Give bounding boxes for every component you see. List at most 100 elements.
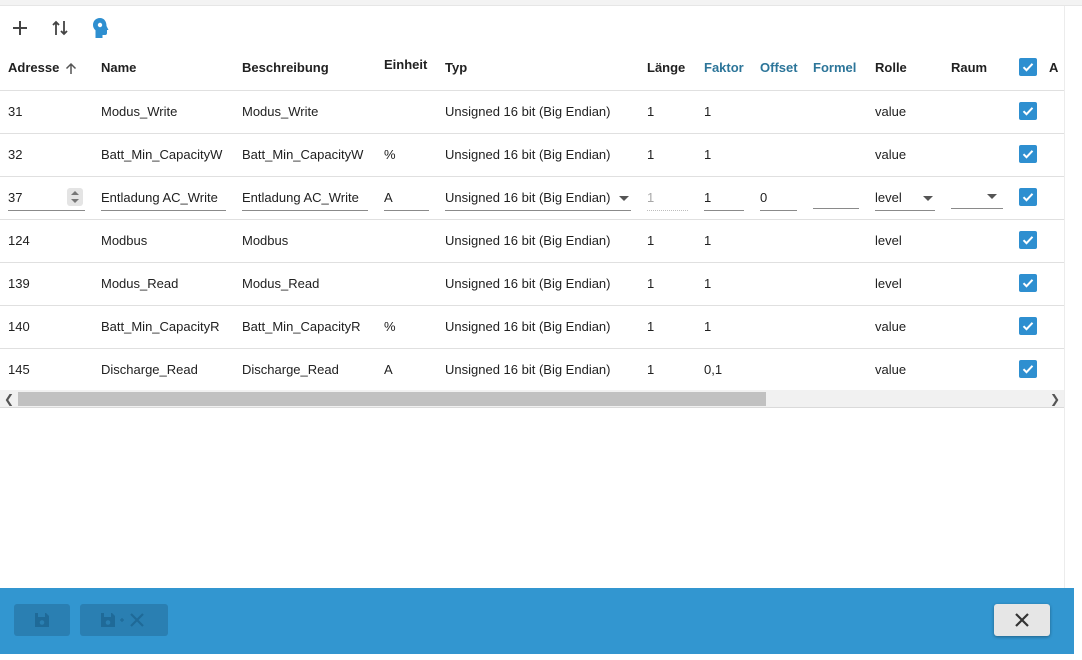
cell-factor[interactable]: 1 bbox=[696, 262, 752, 306]
cell-role[interactable]: level bbox=[867, 262, 943, 306]
col-type[interactable]: Typ bbox=[437, 46, 639, 91]
cell-formula[interactable] bbox=[805, 348, 867, 392]
cell-address[interactable]: 37 bbox=[0, 176, 93, 220]
cell-description[interactable]: Entladung AC_Write bbox=[234, 176, 376, 220]
cell-name[interactable]: Batt_Min_CapacityW bbox=[93, 133, 234, 177]
cell-length[interactable]: 1 bbox=[639, 133, 696, 177]
unit-input[interactable]: A bbox=[384, 185, 429, 211]
role-select[interactable]: level bbox=[875, 185, 935, 211]
col-offset[interactable]: Offset bbox=[752, 46, 805, 91]
formula-input[interactable] bbox=[813, 183, 859, 209]
col-room[interactable]: Raum bbox=[943, 46, 1011, 91]
cell-formula[interactable] bbox=[805, 262, 867, 306]
cell-factor[interactable]: 1 bbox=[696, 305, 752, 349]
cell-unit[interactable]: % bbox=[376, 305, 437, 349]
col-last[interactable]: A bbox=[1041, 46, 1064, 91]
cell-name[interactable]: Modbus bbox=[93, 219, 234, 263]
col-enable-all[interactable] bbox=[1011, 46, 1041, 91]
cell-length[interactable]: 1 bbox=[639, 219, 696, 263]
cell-role[interactable]: level bbox=[867, 219, 943, 263]
cell-offset[interactable]: 0 bbox=[752, 176, 805, 220]
cell-room[interactable] bbox=[943, 176, 1011, 220]
cell-length[interactable]: 1 bbox=[639, 262, 696, 306]
cell-role[interactable]: value bbox=[867, 348, 943, 392]
cell-room[interactable] bbox=[943, 219, 1011, 263]
cell-formula[interactable] bbox=[805, 90, 867, 134]
cell-name[interactable]: Entladung AC_Write bbox=[93, 176, 234, 220]
cell-length[interactable]: 1 bbox=[639, 348, 696, 392]
factor-input[interactable]: 1 bbox=[704, 185, 744, 211]
cell-length[interactable]: 1 bbox=[639, 305, 696, 349]
cell-type[interactable]: Unsigned 16 bit (Big Endian) bbox=[437, 176, 639, 220]
horizontal-scrollbar[interactable]: ❮ ❯ bbox=[0, 390, 1064, 408]
cell-type[interactable]: Unsigned 16 bit (Big Endian) bbox=[437, 262, 639, 306]
cell-enabled[interactable] bbox=[1011, 90, 1041, 134]
cell-description[interactable]: Batt_Min_CapacityR bbox=[234, 305, 376, 349]
cell-description[interactable]: Modbus bbox=[234, 219, 376, 263]
col-formula[interactable]: Formel bbox=[805, 46, 867, 91]
table-row[interactable]: 32 Batt_Min_CapacityW Batt_Min_CapacityW… bbox=[0, 133, 1064, 177]
cell-factor[interactable]: 1 bbox=[696, 219, 752, 263]
number-spinner-icon[interactable] bbox=[67, 187, 83, 206]
row-checkbox[interactable] bbox=[1019, 274, 1037, 292]
cell-factor[interactable]: 1 bbox=[696, 176, 752, 220]
table-row[interactable]: 139 Modus_Read Modus_Read Unsigned 16 bi… bbox=[0, 262, 1064, 306]
description-input[interactable]: Entladung AC_Write bbox=[242, 185, 368, 211]
cell-role[interactable]: level bbox=[867, 176, 943, 220]
cell-formula[interactable] bbox=[805, 133, 867, 177]
cell-enabled[interactable] bbox=[1011, 262, 1041, 306]
cell-offset[interactable] bbox=[752, 133, 805, 177]
cell-length[interactable]: 1 bbox=[639, 90, 696, 134]
cell-offset[interactable] bbox=[752, 305, 805, 349]
cell-enabled[interactable] bbox=[1011, 219, 1041, 263]
cell-role[interactable]: value bbox=[867, 305, 943, 349]
table-row[interactable]: 140 Batt_Min_CapacityR Batt_Min_Capacity… bbox=[0, 305, 1064, 349]
ai-detect-button[interactable] bbox=[80, 11, 120, 45]
room-select[interactable] bbox=[951, 183, 1003, 209]
save-and-close-button[interactable] bbox=[80, 604, 168, 636]
cell-enabled[interactable] bbox=[1011, 348, 1041, 392]
cell-formula[interactable] bbox=[805, 176, 867, 220]
table-row[interactable]: 31 Modus_Write Modus_Write Unsigned 16 b… bbox=[0, 90, 1064, 134]
cell-unit[interactable] bbox=[376, 262, 437, 306]
row-checkbox[interactable] bbox=[1019, 188, 1037, 206]
cell-room[interactable] bbox=[943, 90, 1011, 134]
cell-room[interactable] bbox=[943, 262, 1011, 306]
close-button[interactable] bbox=[994, 604, 1050, 636]
cell-offset[interactable] bbox=[752, 219, 805, 263]
cell-unit[interactable] bbox=[376, 219, 437, 263]
cell-factor[interactable]: 1 bbox=[696, 90, 752, 134]
cell-unit[interactable]: % bbox=[376, 133, 437, 177]
row-checkbox[interactable] bbox=[1019, 145, 1037, 163]
cell-factor[interactable]: 0,1 bbox=[696, 348, 752, 392]
name-input[interactable]: Entladung AC_Write bbox=[101, 185, 226, 211]
cell-role[interactable]: value bbox=[867, 133, 943, 177]
type-select[interactable]: Unsigned 16 bit (Big Endian) bbox=[445, 185, 631, 211]
scroll-right-icon[interactable]: ❯ bbox=[1046, 390, 1064, 408]
cell-room[interactable] bbox=[943, 133, 1011, 177]
cell-name[interactable]: Modus_Read bbox=[93, 262, 234, 306]
cell-name[interactable]: Discharge_Read bbox=[93, 348, 234, 392]
cell-name[interactable]: Batt_Min_CapacityR bbox=[93, 305, 234, 349]
cell-description[interactable]: Modus_Read bbox=[234, 262, 376, 306]
cell-type[interactable]: Unsigned 16 bit (Big Endian) bbox=[437, 305, 639, 349]
cell-unit[interactable]: A bbox=[376, 348, 437, 392]
cell-unit[interactable] bbox=[376, 90, 437, 134]
cell-offset[interactable] bbox=[752, 262, 805, 306]
col-address[interactable]: Adresse bbox=[0, 46, 93, 91]
table-row[interactable]: 145 Discharge_Read Discharge_Read A Unsi… bbox=[0, 348, 1064, 392]
cell-address[interactable]: 145 bbox=[0, 348, 93, 392]
cell-room[interactable] bbox=[943, 305, 1011, 349]
col-name[interactable]: Name bbox=[93, 46, 234, 91]
cell-description[interactable]: Batt_Min_CapacityW bbox=[234, 133, 376, 177]
cell-address[interactable]: 124 bbox=[0, 219, 93, 263]
cell-description[interactable]: Modus_Write bbox=[234, 90, 376, 134]
cell-address[interactable]: 31 bbox=[0, 90, 93, 134]
offset-input[interactable]: 0 bbox=[760, 185, 797, 211]
cell-offset[interactable] bbox=[752, 348, 805, 392]
checkbox-all[interactable] bbox=[1019, 58, 1037, 77]
cell-name[interactable]: Modus_Write bbox=[93, 90, 234, 134]
row-checkbox[interactable] bbox=[1019, 360, 1037, 378]
cell-enabled[interactable] bbox=[1011, 176, 1041, 220]
cell-room[interactable] bbox=[943, 348, 1011, 392]
